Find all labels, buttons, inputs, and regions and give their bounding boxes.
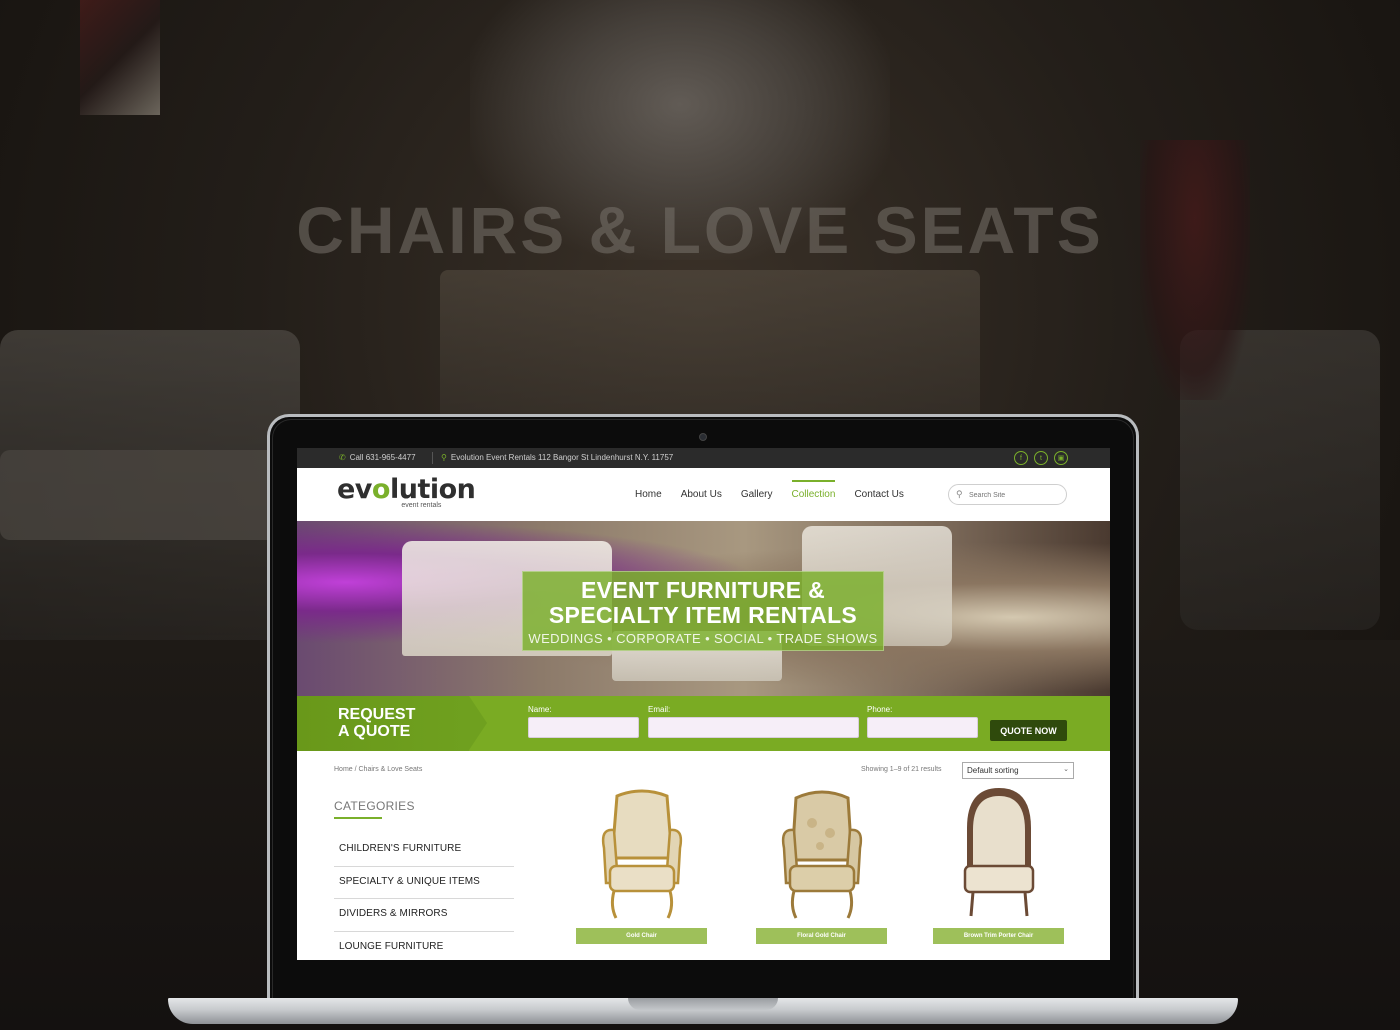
address-info: ⚲ Evolution Event Rentals 112 Bangor St … [441,453,673,462]
name-field: Name: [528,705,639,738]
email-input[interactable] [648,717,859,738]
email-field: Email: [648,705,859,738]
email-label: Email: [648,705,671,714]
hero-subtitle: WEDDINGS • CORPORATE • SOCIAL • TRADE SH… [528,631,878,646]
facebook-icon[interactable]: f [1014,451,1028,465]
twitter-icon[interactable]: t [1034,451,1048,465]
results-count: Showing 1–9 of 21 results [861,766,942,773]
product-card[interactable]: Brown Trim Porter Chair [933,788,1064,944]
category-specialty-unique-items[interactable]: SPECIALTY & UNIQUE ITEMS [334,867,514,899]
hero-banner: EVENT FURNITURE & SPECIALTY ITEM RENTALS… [297,521,1110,696]
site-logo[interactable]: evolution event rentals [337,474,476,510]
background-artwork [80,0,160,115]
porter-chair-image [963,788,1034,917]
phone-label: Phone: [867,705,893,714]
categories-heading: CATEGORIES [334,799,415,813]
product-name[interactable]: Brown Trim Porter Chair [933,928,1064,944]
sort-value: Default sorting [967,766,1019,775]
hero-title-line1: EVENT FURNITURE & [580,577,826,603]
nav-about-us[interactable]: About Us [681,489,722,500]
hero-caption: EVENT FURNITURE & SPECIALTY ITEM RENTALS… [522,571,884,651]
main-header: evolution event rentals Home About Us Ga… [297,468,1110,521]
top-info-bar: ✆ Call 631-965-4477 ⚲ Evolution Event Re… [297,448,1110,468]
social-links: f t ▣ [1014,451,1068,465]
chevron-down-icon: ⌄ [1063,766,1069,773]
product-name[interactable]: Gold Chair [576,928,707,944]
logo-wordmark: evolution [337,474,476,505]
product-card[interactable]: Floral Gold Chair [756,788,887,944]
background-sofa-left [0,330,300,660]
name-label: Name: [528,705,552,714]
laptop-notch [628,998,778,1010]
quote-title-block: REQUEST A QUOTE [297,696,487,751]
address-text: Evolution Event Rentals 112 Bangor St Li… [450,453,674,462]
floral-gold-chair-image [781,790,862,919]
gold-chair-image [601,789,682,919]
main-nav: Home About Us Gallery Collection Contact… [635,480,923,500]
background-table [440,270,980,420]
nav-gallery[interactable]: Gallery [741,489,773,500]
webcam-icon [699,433,707,441]
category-list: CHILDREN'S FURNITURE SPECIALTY & UNIQUE … [334,834,514,960]
phone-field: Phone: [867,705,978,738]
category-lounge-furniture[interactable]: LOUNGE FURNITURE [334,932,514,961]
location-pin-icon: ⚲ [441,453,447,462]
laptop-screen: ✆ Call 631-965-4477 ⚲ Evolution Event Re… [297,448,1110,960]
name-input[interactable] [528,717,639,738]
category-dividers-mirrors[interactable]: DIVIDERS & MIRRORS [334,899,514,932]
phone-info[interactable]: ✆ Call 631-965-4477 [339,453,416,462]
breadcrumb[interactable]: Home / Chairs & Love Seats [334,766,422,773]
search-icon: ⚲ [956,489,963,499]
nav-collection[interactable]: Collection [791,480,835,500]
nav-contact-us[interactable]: Contact Us [854,489,903,500]
product-name[interactable]: Floral Gold Chair [756,928,887,944]
topbar-divider [432,452,433,464]
sort-select[interactable]: Default sorting ⌄ [962,762,1074,779]
phone-text: Call 631-965-4477 [349,453,416,462]
quote-now-button[interactable]: QUOTE NOW [990,720,1067,741]
quote-title-line1: REQUEST [338,706,416,723]
category-childrens-furniture[interactable]: CHILDREN'S FURNITURE [334,834,514,867]
search-input[interactable] [969,488,1061,502]
phone-input[interactable] [867,717,978,738]
search-box: ⚲ [948,484,1067,505]
hero-title-line2: SPECIALTY ITEM RENTALS [548,602,858,628]
background-headline: CHAIRS & LOVE SEATS [296,193,1104,267]
quote-title: REQUEST A QUOTE [338,706,415,740]
phone-icon: ✆ [339,453,346,462]
product-card[interactable]: Gold Chair [576,788,707,944]
request-quote-bar: REQUEST A QUOTE Name: Email: Phone: QUOT… [297,696,1110,751]
nav-home[interactable]: Home [635,489,662,500]
quote-title-line2: A QUOTE [338,723,411,740]
categories-underline [334,817,382,819]
background-person [1140,140,1250,400]
instagram-icon[interactable]: ▣ [1054,451,1068,465]
